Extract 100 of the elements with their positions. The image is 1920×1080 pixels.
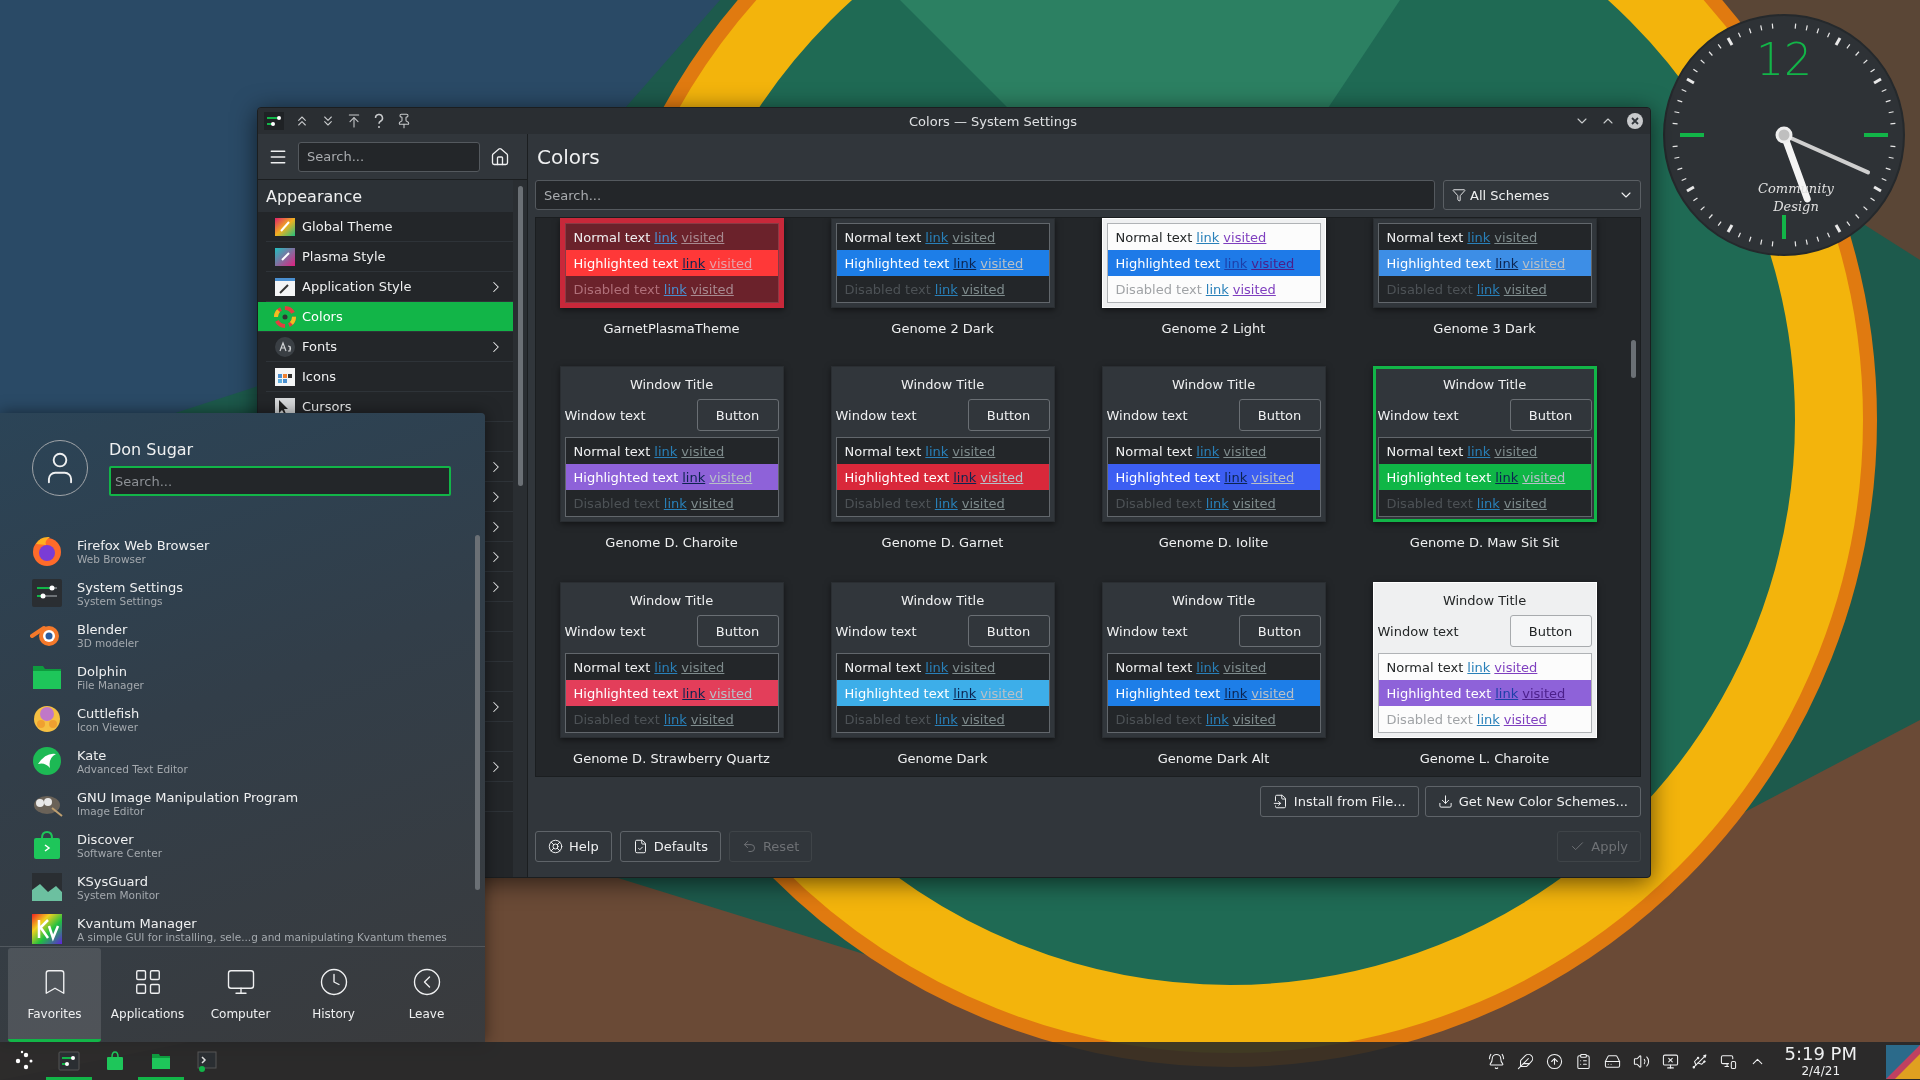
normal-text-line: Normal text link visited — [1114, 228, 1268, 247]
home-icon[interactable] — [490, 146, 510, 167]
scheme-name: Genome D. Strawberry Quartz — [573, 751, 770, 766]
normal-text-line: Normal text link visited — [572, 442, 726, 461]
action-button[interactable]: Install from File... — [1259, 786, 1419, 817]
link: link — [1467, 229, 1491, 245]
help-icon[interactable] — [372, 113, 386, 129]
terminal-icon — [196, 1050, 218, 1072]
normal-text-line: Normal text link visited — [1385, 658, 1539, 677]
link: link — [1495, 469, 1519, 485]
speaker-icon[interactable] — [1633, 1052, 1651, 1070]
app-name: Cuttlefish — [77, 705, 140, 721]
scheme-preview[interactable]: Window Title Window text Button Normal text link visited Highlighted text link visited Disabled text link visited — [1372, 582, 1597, 738]
launcher-tab[interactable]: Leave — [380, 948, 473, 1042]
app-name: Discover — [77, 831, 135, 847]
brush-icon — [274, 275, 296, 298]
sample-button: Button — [696, 399, 779, 431]
swoosh-icon — [30, 744, 64, 778]
sidebar-item[interactable]: Icons — [266, 362, 513, 392]
visited-link: visited — [1223, 229, 1267, 245]
link: link — [663, 281, 687, 297]
link: link — [654, 443, 678, 459]
app-item[interactable]: Kate Advanced Text Editor — [0, 740, 469, 782]
normal-text-line: Normal text link visited — [572, 658, 726, 677]
app-item[interactable]: Dolphin File Manager — [0, 656, 469, 698]
sidebar-search-field[interactable]: Search... — [298, 141, 480, 172]
scheme-name: Genome 3 Dark — [1433, 321, 1536, 336]
sidebar-item[interactable]: Plasma Style — [266, 242, 513, 272]
launcher-tab[interactable]: History — [287, 948, 380, 1042]
footer-button[interactable]: Help — [535, 831, 612, 862]
footer-button[interactable]: Defaults — [619, 831, 721, 862]
normal-text-line: Normal text link visited — [1114, 658, 1268, 677]
bell-icon[interactable] — [1488, 1052, 1506, 1070]
visited-link: visited — [1494, 229, 1538, 245]
sliders-icon[interactable] — [264, 112, 284, 130]
app-item[interactable]: Cuttlefish Icon Viewer — [0, 698, 469, 740]
scheme-preview[interactable]: Normal text link visited Highlighted text link visited Disabled text link visited — [559, 218, 784, 308]
visited-link: visited — [1503, 281, 1547, 297]
feather-icon[interactable] — [1517, 1052, 1535, 1070]
scheme-filter-dropdown[interactable]: All Schemes — [1443, 180, 1641, 210]
close-icon[interactable] — [1626, 112, 1644, 130]
scheme-name: Genome L. Charoite — [1419, 751, 1550, 766]
app-item[interactable]: System Settings System Settings — [0, 572, 469, 614]
devices-icon[interactable] — [1720, 1052, 1738, 1070]
app-item[interactable]: GNU Image Manipulation Program Image Editor — [0, 782, 469, 824]
file-icon — [1272, 794, 1288, 809]
pin-icon[interactable] — [396, 113, 412, 129]
arrow-up-circle-icon[interactable] — [1546, 1052, 1564, 1070]
link: link — [1205, 281, 1229, 297]
app-item[interactable]: Discover Software Center — [0, 824, 469, 866]
visited-link: visited — [980, 255, 1024, 271]
desktop-pager[interactable] — [1885, 1042, 1920, 1080]
link: link — [1476, 495, 1500, 511]
visited-link: visited — [1522, 255, 1566, 271]
dropdown-value: All Schemes — [1470, 187, 1551, 203]
scheme-preview[interactable]: Normal text link visited Highlighted text link visited Disabled text link visited — [1101, 218, 1326, 308]
link: link — [1476, 281, 1500, 297]
globe-icon — [30, 534, 64, 568]
clock-numeral: 12 — [1756, 34, 1812, 85]
launcher-search-field[interactable]: Search... — [109, 466, 451, 496]
shade-icon[interactable] — [346, 113, 362, 129]
normal-text-line: Normal text link visited — [843, 228, 997, 247]
launcher-tab[interactable]: Applications — [101, 948, 194, 1042]
visited-link: visited — [709, 255, 753, 271]
digital-clock[interactable]: 5:19 PM 2/4/21 — [1784, 1044, 1857, 1078]
search-field[interactable]: Search... — [535, 180, 1435, 210]
normal-text-line: Normal text link visited — [843, 442, 997, 461]
app-description: Software Center — [77, 846, 162, 859]
launcher-tab[interactable]: Favorites — [8, 948, 101, 1042]
drive-icon[interactable] — [1604, 1052, 1622, 1070]
normal-text-line: Normal text link visited — [1385, 442, 1539, 461]
window-text: Window text — [564, 407, 646, 423]
action-button[interactable]: Get New Color Schemes... — [1424, 786, 1641, 817]
visited-link: visited — [952, 443, 996, 459]
sidebar-item[interactable]: Fonts — [266, 332, 513, 362]
link: link — [934, 495, 958, 511]
sidebar-item[interactable]: Global Theme — [266, 212, 513, 242]
launcher-tab[interactable]: Computer — [194, 948, 287, 1042]
window-text: Window text — [835, 623, 917, 639]
window-title: Window Title — [899, 591, 986, 610]
scrollbar[interactable] — [513, 180, 527, 877]
link: link — [1476, 711, 1500, 727]
link: link — [953, 469, 977, 485]
app-item[interactable]: KSysGuard System Monitor — [0, 866, 469, 908]
usb-icon[interactable] — [1691, 1052, 1709, 1070]
sliders-icon — [58, 1050, 80, 1072]
app-name: System Settings — [77, 579, 183, 595]
app-item[interactable]: Blender 3D modeler — [0, 614, 469, 656]
normal-text-line: Normal text link visited — [843, 658, 997, 677]
style-swatch-icon — [274, 245, 296, 268]
clipboard-icon[interactable] — [1575, 1052, 1593, 1070]
window-text: Window text — [1106, 407, 1188, 423]
scheme-name: Genome 2 Dark — [891, 321, 994, 336]
app-item[interactable]: Firefox Web Browser Web Browser — [0, 530, 469, 572]
app-item[interactable]: Kvantum Manager A simple GUI for installing, sele...g and manipulating Kvantum themes — [0, 908, 469, 946]
window-title: Window Title — [1170, 375, 1257, 394]
monitor-x-icon[interactable] — [1662, 1052, 1680, 1070]
app-name: Blender — [77, 621, 129, 637]
user-name: Don Sugar — [109, 440, 195, 461]
visited-link: visited — [1503, 711, 1547, 727]
